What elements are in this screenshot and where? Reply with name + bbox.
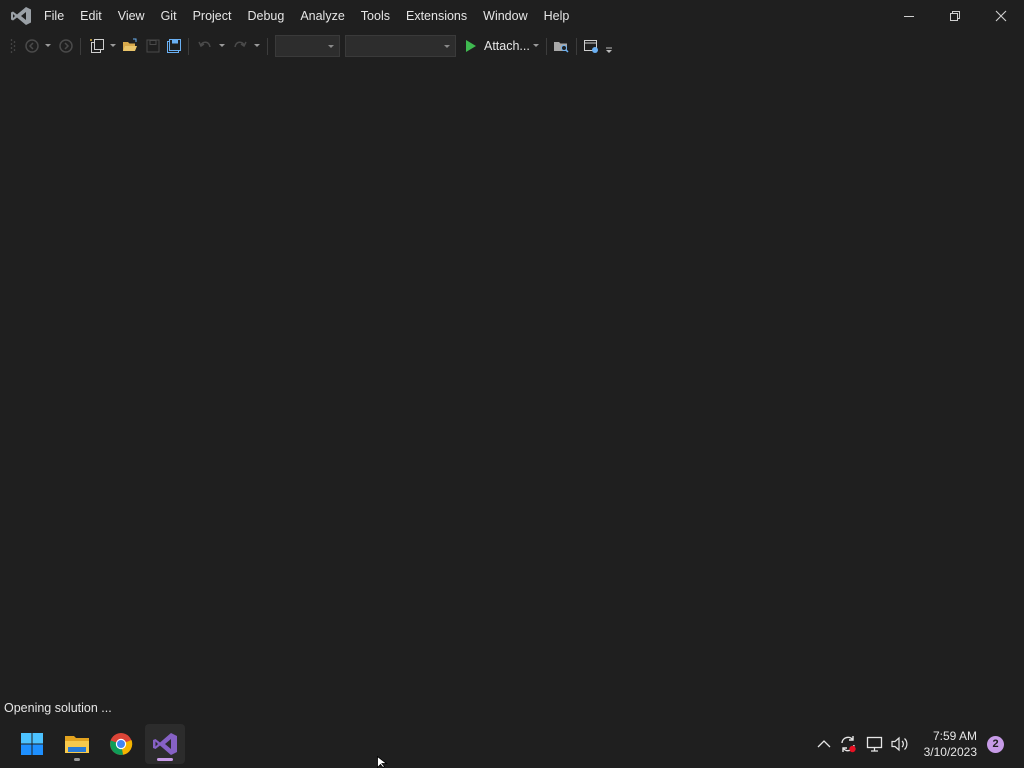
toolbar-grip-icon[interactable] [10,38,16,54]
navigate-backward-icon[interactable] [24,38,40,54]
taskbar-visual-studio[interactable] [145,724,185,764]
minimize-button[interactable] [886,0,932,32]
navigate-forward-icon[interactable] [58,38,74,54]
taskbar-clock[interactable]: 7:59 AM 3/10/2023 [924,728,977,760]
toolbar-overflow-icon[interactable] [605,46,613,54]
menu-debug[interactable]: Debug [239,0,292,32]
network-icon [866,736,883,752]
solution-configurations-combo[interactable] [275,35,340,57]
save-icon[interactable] [145,38,161,54]
window-layout-icon[interactable] [583,38,599,54]
menu-tools[interactable]: Tools [353,0,398,32]
taskbar-file-explorer[interactable] [57,724,97,764]
menu-project[interactable]: Project [185,0,240,32]
menu-git[interactable]: Git [153,0,185,32]
toolbar-separator [188,38,189,55]
menu-extensions[interactable]: Extensions [398,0,475,32]
menu-file[interactable]: File [36,0,72,32]
visual-studio-logo-icon [11,7,31,25]
toolbar-separator [267,38,268,55]
find-in-files-icon[interactable] [553,38,569,54]
start-button[interactable] [12,724,52,764]
close-button[interactable] [978,0,1024,32]
close-icon [995,10,1007,22]
restore-button[interactable] [932,0,978,32]
undo-dropdown-icon[interactable] [219,44,225,47]
undo-icon[interactable] [197,38,213,54]
menu-analyze[interactable]: Analyze [292,0,352,32]
chevron-down-icon [444,45,450,48]
toolbar-separator [576,38,577,55]
play-icon [466,40,476,52]
solution-platforms-combo[interactable] [345,35,456,57]
attach-button[interactable]: Attach... [463,36,530,56]
clock-time: 7:59 AM [932,729,977,743]
restore-icon [950,11,960,21]
redo-dropdown-icon[interactable] [254,44,260,47]
taskbar: 7:59 AM 3/10/2023 [0,722,1024,768]
volume-button[interactable] [890,734,910,754]
menu-help[interactable]: Help [536,0,578,32]
mouse-cursor-icon [377,756,388,768]
start-icon [21,733,43,755]
chrome-icon [110,733,133,755]
sync-icon [841,736,856,753]
show-hidden-icons-button[interactable] [814,734,834,754]
new-project-dropdown-icon[interactable] [110,44,116,47]
menu-view[interactable]: View [110,0,153,32]
minimize-icon [904,16,914,17]
menu-edit[interactable]: Edit [72,0,110,32]
network-button[interactable] [865,734,885,754]
chevron-up-icon [817,740,831,748]
open-file-icon[interactable] [122,38,138,54]
file-explorer-icon [65,736,89,753]
active-indicator [157,758,173,761]
menu-window[interactable]: Window [475,0,535,32]
toolbar-separator [546,38,547,55]
save-all-icon[interactable] [166,38,182,54]
volume-icon [891,736,908,752]
notification-badge[interactable]: 2 [987,736,1004,753]
attach-label: Attach... [484,39,530,53]
taskbar-chrome[interactable] [101,724,141,764]
attach-dropdown-icon[interactable] [533,44,539,47]
chevron-down-icon [328,45,334,48]
editor-area [0,60,1024,696]
menu-bar: File Edit View Git Project Debug Analyze… [36,0,577,32]
navigate-backward-dropdown-icon[interactable] [45,44,51,47]
visual-studio-icon [153,733,177,755]
toolbar-separator [80,38,81,55]
redo-icon[interactable] [232,38,248,54]
status-text: Opening solution ... [4,701,112,715]
clock-date: 3/10/2023 [923,745,977,759]
sync-status-button[interactable] [838,734,858,754]
running-indicator [74,758,80,761]
new-project-icon[interactable] [89,38,105,54]
title-bar: File Edit View Git Project Debug Analyze… [0,0,1024,32]
